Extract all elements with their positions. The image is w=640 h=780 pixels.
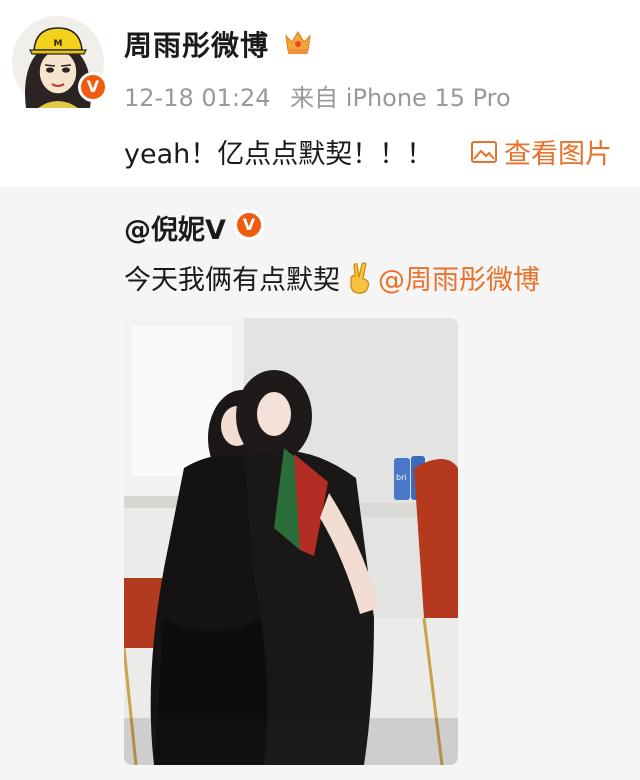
repost-card[interactable]: @倪妮V V 今天我俩有点默契 @周雨彤微博 bri: [0, 186, 640, 780]
verified-v-icon: V: [234, 210, 264, 240]
avatar-cap-letter: M: [54, 39, 63, 49]
image-icon: [471, 140, 497, 163]
verified-v-icon: V: [78, 72, 108, 102]
user-avatar[interactable]: M V: [12, 16, 108, 108]
repost-text: 今天我俩有点默契 @周雨彤微博: [124, 258, 540, 297]
post-content: yeah！亿点点默契！！！: [124, 139, 434, 170]
repost-body: 今天我俩有点默契: [124, 265, 340, 296]
bottle-label: bri: [396, 473, 407, 482]
peace-hand-icon: [350, 261, 370, 294]
mention-link[interactable]: @周雨彤微博: [378, 258, 540, 297]
repost-author[interactable]: @倪妮V: [124, 208, 226, 247]
photo-image: bri: [124, 318, 458, 765]
post-source: 来自 iPhone 15 Pro: [290, 84, 511, 112]
repost-photo[interactable]: bri: [124, 318, 458, 765]
post-time: 12-18 01:24: [124, 84, 271, 112]
post-meta: 12-18 01:24 来自 iPhone 15 Pro: [124, 78, 523, 113]
crown-icon[interactable]: [283, 28, 313, 56]
view-image-label: 查看图片: [504, 139, 612, 170]
view-image-link[interactable]: 查看图片: [470, 132, 612, 171]
weibo-post: M V 周雨彤微博 12-18 01:24 来自 iPhone 15 Pro y…: [0, 0, 640, 186]
post-username[interactable]: 周雨彤微博: [124, 24, 269, 64]
